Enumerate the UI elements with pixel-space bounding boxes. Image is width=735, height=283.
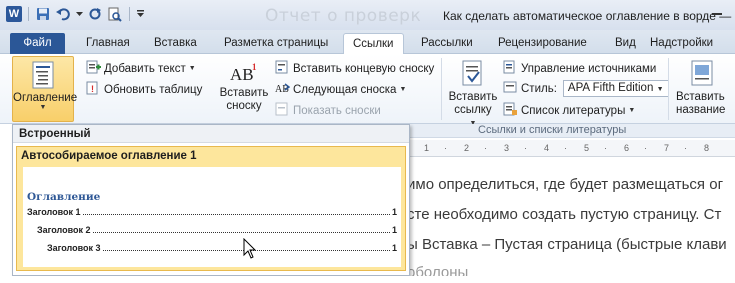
tab-insert[interactable]: Вставка bbox=[154, 33, 197, 54]
save-icon[interactable] bbox=[35, 6, 51, 22]
gallery-section-header: Встроенный bbox=[13, 125, 409, 143]
mouse-pointer-icon bbox=[243, 237, 257, 263]
show-notes-label: Показать сноски bbox=[293, 104, 381, 117]
tab-mailings[interactable]: Рассылки bbox=[421, 33, 473, 54]
toc-leader-dots bbox=[82, 214, 390, 215]
citation-style-select[interactable]: APA Fifth Edition ▼ bbox=[562, 80, 669, 97]
redo-icon[interactable] bbox=[87, 6, 103, 22]
tab-review[interactable]: Рецензирование bbox=[498, 33, 587, 54]
toc-preview-entry: Заголовок 1 1 bbox=[27, 207, 397, 217]
insert-endnote-button[interactable]: Вставить концевую сноску bbox=[275, 60, 434, 77]
customize-toolbar-icon[interactable] bbox=[136, 6, 144, 22]
insert-caption-label: Вставить название bbox=[676, 91, 726, 116]
ribbon-group-labels: Ссылки и списки литературы bbox=[400, 124, 735, 138]
toc-entry-text: Заголовок 3 bbox=[47, 243, 101, 253]
update-table-icon: ! bbox=[86, 81, 101, 98]
chevron-down-icon: ▼ bbox=[39, 104, 47, 111]
toc-gallery-dropdown: Встроенный Автособираемое оглавление 1 О… bbox=[12, 124, 410, 276]
toolbar-divider bbox=[129, 7, 130, 21]
citation-style-value: APA Fifth Edition bbox=[567, 82, 654, 94]
tab-references[interactable]: Ссылки bbox=[343, 33, 404, 55]
window-bottom-edge bbox=[0, 276, 735, 283]
update-table-button[interactable]: ! Обновить таблицу bbox=[86, 81, 202, 98]
tab-home[interactable]: Главная bbox=[86, 33, 130, 54]
chevron-down-icon: ▼ bbox=[399, 86, 407, 93]
toc-entry-page: 1 bbox=[391, 225, 397, 235]
insert-caption-button[interactable]: Вставить название bbox=[672, 60, 732, 117]
chevron-down-icon: ▼ bbox=[628, 107, 636, 114]
svg-text:1: 1 bbox=[252, 62, 257, 72]
insert-footnote-button[interactable]: AB 1 Вставить сноску bbox=[218, 60, 270, 113]
ribbon-tabs: Файл Главная Вставка Разметка страницы С… bbox=[0, 30, 735, 55]
document-title-ghost: Отчет о проверк bbox=[265, 6, 422, 26]
print-preview-icon[interactable] bbox=[107, 6, 123, 22]
automatic-toc-1-option[interactable]: Автособираемое оглавление 1 Оглавление З… bbox=[16, 146, 406, 271]
citation-style-control[interactable]: Стиль: APA Fifth Edition ▼ bbox=[503, 80, 669, 97]
chevron-down-icon: ▼ bbox=[188, 65, 196, 72]
style-icon bbox=[503, 80, 518, 97]
add-text-icon bbox=[86, 60, 101, 77]
group-divider bbox=[668, 58, 669, 120]
chevron-down-icon: ▼ bbox=[656, 86, 664, 93]
footnote-icon: AB 1 bbox=[230, 60, 258, 84]
insert-endnote-label: Вставить концевую сноску bbox=[293, 62, 435, 75]
tab-page-layout[interactable]: Разметка страницы bbox=[224, 33, 328, 54]
horizontal-ruler[interactable]: ·1·2 ·3·4 ·5·6 ·7·8 bbox=[400, 140, 735, 157]
document-line[interactable]: ы Вставка – Пустая страница (быстрые кла… bbox=[407, 236, 727, 253]
group-divider bbox=[441, 58, 442, 120]
toc-entry-text: Заголовок 2 bbox=[37, 225, 91, 235]
toc-preview-entry: Заголовок 2 1 bbox=[37, 225, 397, 235]
next-footnote-label: Следующая сноска bbox=[293, 83, 397, 96]
insert-citation-label: Вставить ссылку bbox=[448, 91, 498, 116]
title-bar: W Отчет о проверк Как сделать автоматиче… bbox=[0, 0, 735, 30]
manage-sources-label: Управление источниками bbox=[521, 62, 657, 75]
toc-preview: Оглавление Заголовок 1 1 Заголовок 2 1 З… bbox=[23, 167, 401, 267]
bibliography-button[interactable]: Список литературы ▼ bbox=[503, 102, 635, 119]
toc-preview-entry: Заголовок 3 1 bbox=[47, 243, 397, 253]
insert-footnote-label: Вставить сноску bbox=[219, 87, 269, 112]
gallery-item-title: Автособираемое оглавление 1 bbox=[21, 150, 197, 162]
toc-entry-page: 1 bbox=[391, 243, 397, 253]
quick-access-toolbar: W bbox=[6, 6, 144, 22]
next-footnote-icon: AB bbox=[275, 81, 291, 98]
table-of-contents-icon bbox=[31, 61, 55, 89]
minimize-icon[interactable] bbox=[708, 6, 726, 22]
toc-entry-page: 1 bbox=[391, 207, 397, 217]
add-text-label: Добавить текст bbox=[104, 62, 186, 75]
undo-icon[interactable] bbox=[55, 6, 71, 22]
svg-text:AB: AB bbox=[230, 65, 254, 84]
word-logo-icon[interactable]: W bbox=[6, 6, 22, 22]
show-notes-icon bbox=[275, 102, 290, 119]
table-of-contents-label: Оглавление bbox=[13, 92, 78, 104]
citation-icon bbox=[460, 60, 486, 88]
document-line[interactable]: имо определиться, где будет размещаться … bbox=[407, 176, 723, 193]
insert-citation-button[interactable]: Вставить ссылку ▼ bbox=[446, 60, 500, 130]
bibliography-icon bbox=[503, 102, 518, 119]
ribbon-references: Оглавление ▼ Добавить текст ▼ ! Обновить… bbox=[0, 54, 735, 135]
table-of-contents-button[interactable]: Оглавление ▼ bbox=[12, 56, 78, 122]
caption-icon bbox=[690, 60, 714, 88]
bibliography-label: Список литературы bbox=[521, 104, 626, 117]
toolbar-divider bbox=[28, 7, 29, 21]
toc-leader-dots bbox=[92, 232, 390, 233]
tab-view[interactable]: Вид bbox=[615, 33, 636, 54]
tab-addins[interactable]: Надстройки bbox=[650, 33, 713, 54]
toc-entry-text: Заголовок 1 bbox=[27, 207, 81, 217]
manage-sources-button[interactable]: Управление источниками bbox=[503, 60, 656, 77]
svg-text:!: ! bbox=[91, 84, 94, 94]
style-label: Стиль: bbox=[521, 82, 557, 95]
endnote-icon bbox=[275, 60, 290, 77]
window-title: Как сделать автоматическое оглавление в … bbox=[443, 9, 732, 23]
add-text-button[interactable]: Добавить текст ▼ bbox=[86, 60, 196, 77]
show-notes-button[interactable]: Показать сноски bbox=[275, 102, 381, 119]
manage-sources-icon bbox=[503, 60, 518, 77]
document-line[interactable]: сте необходимо создать пустую страницу. … bbox=[407, 206, 721, 223]
undo-dropdown-arrow-icon[interactable] bbox=[75, 6, 83, 22]
update-table-label: Обновить таблицу bbox=[104, 83, 203, 96]
citations-group-label: Ссылки и списки литературы bbox=[478, 124, 627, 136]
tab-file[interactable]: Файл bbox=[10, 33, 65, 54]
toc-preview-heading: Оглавление bbox=[27, 191, 101, 203]
next-footnote-button[interactable]: AB Следующая сноска ▼ bbox=[275, 81, 406, 98]
